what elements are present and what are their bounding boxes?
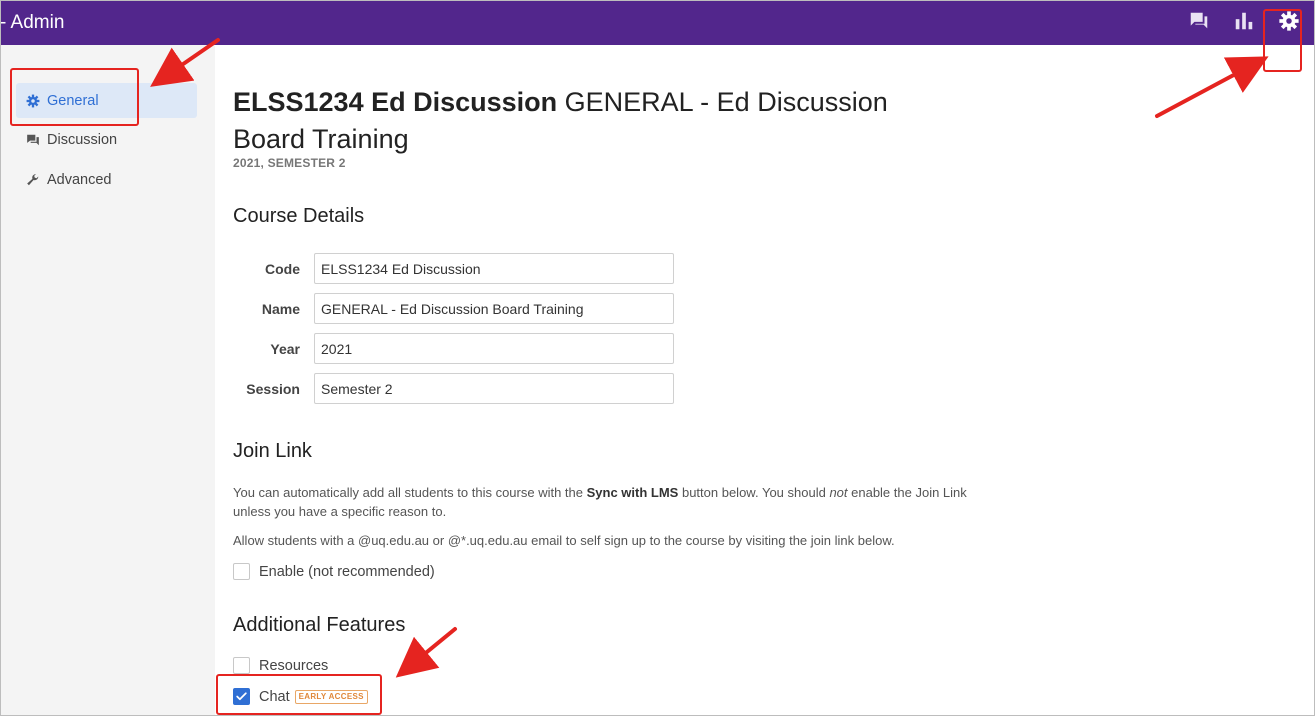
check-icon (236, 692, 247, 701)
resources-option[interactable]: Resources (233, 657, 328, 674)
enable-checkbox[interactable] (233, 563, 250, 580)
sidebar-item-label: Discussion (47, 131, 118, 148)
name-field[interactable] (314, 293, 674, 324)
join-link-signup-text: Allow students with a @uq.edu.au or @*.u… (233, 533, 895, 548)
course-code-title: ELSS1234 Ed Discussion (233, 87, 558, 117)
enable-label: Enable (not recommended) (259, 563, 435, 580)
course-details-heading: Course Details (233, 205, 365, 227)
chat-icon (26, 133, 40, 147)
join-link-heading: Join Link (233, 440, 312, 462)
join-link-text-c: button below. You should (678, 485, 830, 500)
year-label: Year (270, 341, 300, 357)
sync-with-lms-text: Sync with LMS (586, 485, 679, 500)
bar-chart-icon[interactable] (1233, 10, 1257, 34)
sidebar-item-label: Advanced (47, 171, 112, 188)
sidebar: General Discussion Advanced (0, 45, 215, 716)
arrow-to-settings (1155, 56, 1269, 118)
course-term: 2021, SEMESTER 2 (233, 156, 346, 170)
resources-label: Resources (259, 657, 329, 674)
page-title: ELSS1234 Ed Discussion GENERAL - Ed Disc… (233, 84, 953, 158)
name-label: Name (261, 301, 300, 317)
gear-icon (26, 94, 40, 108)
gear-icon[interactable] (1278, 10, 1302, 34)
join-link-description: You can automatically add all students t… (233, 483, 993, 521)
code-field[interactable] (314, 253, 674, 284)
early-access-badge: EARLY ACCESS (294, 689, 368, 704)
sidebar-item-label: General (47, 92, 99, 109)
chat-icon[interactable] (1188, 10, 1212, 34)
resources-checkbox[interactable] (233, 657, 250, 674)
code-label: Code (265, 261, 300, 277)
arrow-to-chat (395, 627, 457, 678)
session-label: Session (246, 381, 300, 397)
top-bar: - Admin (0, 0, 1315, 45)
additional-features-heading: Additional Features (233, 614, 406, 636)
chat-checkbox[interactable] (233, 688, 250, 705)
app-title: - Admin (0, 12, 65, 33)
sidebar-item-advanced[interactable]: Advanced (16, 162, 197, 197)
year-field[interactable] (314, 333, 674, 364)
sidebar-item-general[interactable]: General (16, 83, 197, 118)
chat-option[interactable]: Chat EARLY ACCESS (233, 688, 368, 705)
join-link-text-a: You can automatically add all students t… (233, 485, 587, 500)
chat-label: Chat (259, 688, 290, 705)
join-link-text-not: not (829, 485, 848, 500)
wrench-icon (26, 173, 40, 187)
enable-join-link-option[interactable]: Enable (not recommended) (233, 563, 435, 580)
session-field[interactable] (314, 373, 674, 404)
sidebar-item-discussion[interactable]: Discussion (16, 122, 197, 157)
